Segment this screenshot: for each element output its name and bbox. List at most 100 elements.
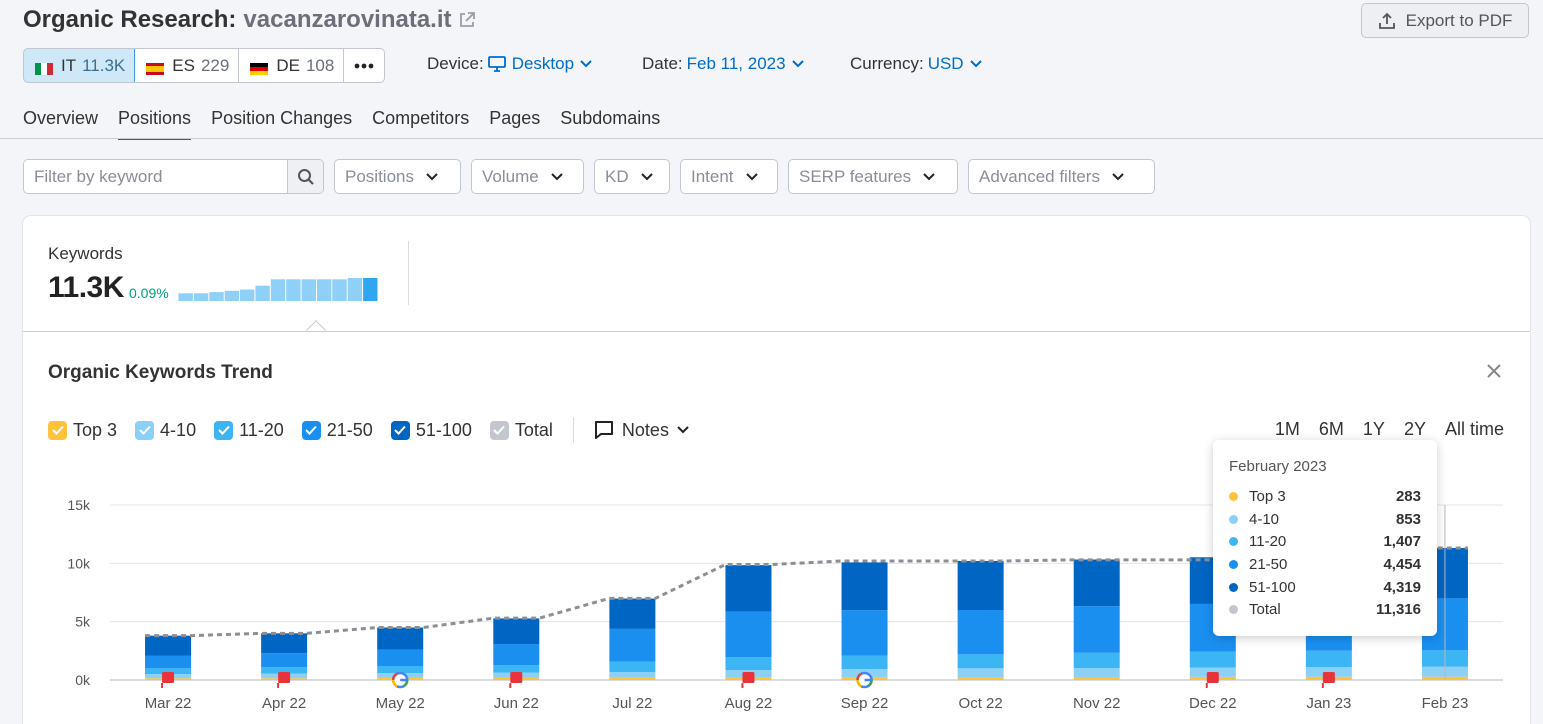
kd-filter-button[interactable]: KD (594, 159, 670, 194)
note-flag-body (742, 672, 755, 683)
database-es[interactable]: ES 229 (135, 49, 240, 82)
tooltip-dot (1229, 605, 1238, 614)
tooltip-row: Top 3 283 (1229, 488, 1421, 505)
currency-selector[interactable]: Currency: USD (850, 54, 982, 74)
bar-segment (493, 618, 540, 645)
date-selector[interactable]: Date: Feb 11, 2023 (642, 54, 804, 74)
search-icon (297, 168, 314, 185)
tab-pages[interactable]: Pages (489, 108, 540, 140)
tooltip-dot (1229, 560, 1238, 569)
tab-positions[interactable]: Positions (118, 108, 192, 140)
note-flag-body (162, 672, 175, 683)
tooltip-row: 11-20 1,407 (1229, 533, 1421, 550)
search-button[interactable] (287, 160, 323, 193)
tabs-divider (0, 138, 1543, 139)
bar-segment (725, 565, 772, 612)
bar-segment (957, 668, 1004, 678)
google-update-icon (391, 671, 409, 689)
bar-segment (377, 627, 424, 650)
external-link-icon[interactable] (458, 11, 476, 29)
tab-position-changes[interactable]: Position Changes (211, 108, 352, 140)
database-code: IT (61, 55, 77, 75)
x-tick-label: Aug 22 (725, 695, 773, 712)
export-pdf-button[interactable]: Export to PDF (1361, 3, 1529, 38)
filter-label: SERP features (799, 166, 912, 186)
bar-segment (261, 653, 308, 668)
database-de[interactable]: DE 108 (239, 49, 345, 82)
bar-segment (493, 644, 540, 666)
currency-label: Currency: (850, 54, 924, 73)
x-tick-label: Oct 22 (959, 695, 1003, 712)
tooltip-title: February 2023 (1229, 458, 1327, 475)
bar-segment (1073, 652, 1120, 668)
filter-label: Advanced filters (979, 166, 1100, 186)
keyword-filter-input[interactable] (24, 160, 287, 193)
note-flag-icon (509, 672, 523, 688)
x-tick-label: Jan 23 (1306, 695, 1351, 712)
date-value: Feb 11, 2023 (686, 54, 786, 73)
filter-label: Intent (691, 166, 734, 186)
x-tick-label: Mar 22 (145, 695, 192, 712)
note-flag-icon (1205, 672, 1219, 688)
bar-segment (609, 677, 656, 680)
chart-tooltip: February 2023 Top 3 283 4-10 853 11-20 1… (1213, 440, 1437, 636)
more-dots-icon (354, 63, 374, 68)
bar-segment (1305, 650, 1352, 668)
date-label: Date: (642, 54, 683, 73)
filter-label: KD (605, 166, 629, 186)
tab-overview[interactable]: Overview (23, 108, 98, 140)
device-label: Device: (427, 54, 484, 73)
tab-subdomains[interactable]: Subdomains (560, 108, 660, 140)
more-databases-button[interactable] (344, 49, 384, 82)
database-it[interactable]: IT 11.3K (24, 49, 136, 82)
bar-segment (725, 657, 772, 671)
positions-filter-button[interactable]: Positions (334, 159, 461, 194)
bar-segment (609, 598, 656, 629)
x-tick-label: May 22 (376, 695, 425, 712)
bar-segment (261, 633, 308, 654)
chevron-down-icon (426, 172, 438, 180)
note-flag-body (1206, 672, 1219, 683)
filter-label: Positions (345, 166, 414, 186)
tooltip-row-name: 4-10 (1249, 511, 1280, 528)
bar-segment (609, 661, 656, 673)
x-tick-label: Feb 23 (1422, 695, 1469, 712)
tooltip-row-value: 1,407 (1383, 533, 1421, 550)
keyword-filter (23, 159, 324, 194)
tooltip-row-name: Top 3 (1249, 488, 1286, 505)
germany-flag-icon (250, 60, 269, 75)
bar-segment (841, 655, 888, 670)
bar-segment (957, 654, 1004, 669)
serp-features-filter-button[interactable]: SERP features (788, 159, 958, 194)
advanced-filters-button[interactable]: Advanced filters (968, 159, 1155, 194)
spain-flag-icon (146, 60, 165, 75)
x-tick-label: Jul 22 (612, 695, 652, 712)
y-tick-label: 10k (67, 555, 91, 571)
tooltip-row-name: 51-100 (1249, 579, 1296, 596)
tab-competitors[interactable]: Competitors (372, 108, 469, 140)
tooltip-row-name: 11-20 (1249, 533, 1287, 550)
desktop-icon (487, 56, 506, 72)
chevron-down-icon (923, 172, 935, 180)
bar-segment (957, 561, 1004, 610)
bar-segment (1073, 676, 1120, 680)
device-selector[interactable]: Device: Desktop (427, 54, 592, 74)
trend-card: Keywords 11.3K 0.09% Organic Keywords Tr… (23, 216, 1530, 724)
tooltip-row-name: Total (1249, 601, 1281, 618)
bar-segment (1073, 559, 1120, 607)
domain-link[interactable]: vacanzarovinata.it (243, 6, 451, 34)
tooltip-row-value: 853 (1395, 511, 1421, 528)
export-pdf-label: Export to PDF (1405, 10, 1513, 30)
chevron-down-icon (1112, 172, 1124, 180)
note-flag-icon (1321, 672, 1335, 688)
database-code: ES (172, 55, 195, 75)
note-flag-icon (161, 672, 175, 688)
tooltip-dot (1229, 515, 1238, 524)
bar-segment (145, 635, 192, 656)
volume-filter-button[interactable]: Volume (471, 159, 584, 194)
tooltip-row: 51-100 4,319 (1229, 579, 1421, 596)
tooltip-dot (1229, 492, 1238, 501)
italy-flag-icon (35, 60, 53, 75)
intent-filter-button[interactable]: Intent (680, 159, 778, 194)
chevron-down-icon (550, 172, 563, 180)
